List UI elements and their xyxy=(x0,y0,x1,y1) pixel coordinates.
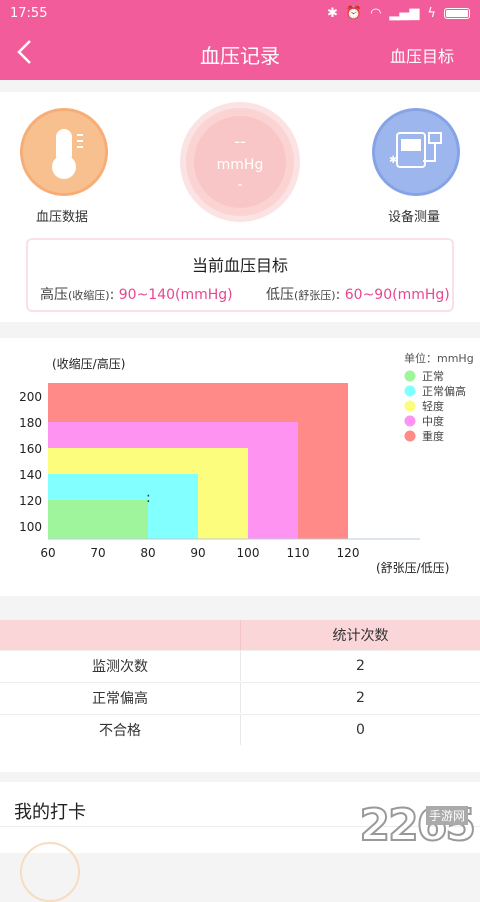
bp-data-button[interactable] xyxy=(20,108,108,196)
header-count: 统计次数 xyxy=(240,620,480,650)
target-title: 当前血压目标 xyxy=(191,256,288,275)
device-measure-button[interactable]: ✱ xyxy=(372,108,460,196)
table-row: 正常偏高 2 xyxy=(0,682,480,713)
x-tick-label: 60 xyxy=(40,546,55,560)
row-label: 正常偏高 xyxy=(92,691,148,707)
legend-label: 中度 xyxy=(422,414,444,428)
alarm-icon: ⏰ xyxy=(345,5,363,21)
header-empty xyxy=(0,620,240,650)
x-tick-label: 120 xyxy=(337,546,360,560)
legend-label: 正常 xyxy=(422,370,444,383)
thermometer-icon xyxy=(52,129,83,179)
signal-icon: ▂▄▆ xyxy=(389,5,420,21)
low-sub: (舒张压) xyxy=(294,289,336,302)
row-label: 监测次数 xyxy=(92,659,148,675)
high-sub: (收缩压) xyxy=(68,289,110,302)
low-label: 低压 xyxy=(266,287,294,303)
row-value: 2 xyxy=(240,683,480,713)
y-tick-label: 180 xyxy=(19,416,42,430)
row-label: 不合格 xyxy=(99,723,141,739)
checkin-avatar[interactable] xyxy=(20,842,80,902)
marker-point: : xyxy=(146,490,151,506)
status-bar: 17:55 ✱ ⏰ ◠ ▂▄▆ ϟ xyxy=(0,0,480,26)
reading-inner: -- mmHg - xyxy=(194,116,286,208)
svg-text:✱: ✱ xyxy=(389,155,397,166)
bp-data-label: 血压数据 xyxy=(36,210,89,225)
high-value: 90~140(mmHg) xyxy=(118,287,233,303)
charging-icon: ϟ xyxy=(427,5,436,21)
legend-label: 轻度 xyxy=(422,399,444,413)
device-measure-label: 设备测量 xyxy=(388,210,441,225)
x-tick-label: 110 xyxy=(287,546,310,560)
table-header: 统计次数 xyxy=(0,620,480,650)
low-value: 60~90(mmHg) xyxy=(344,287,450,303)
battery-icon xyxy=(444,7,470,19)
bluetooth-icon: ✱ xyxy=(326,5,338,21)
high-pressure-target: 高压(收缩压): 90~140(mmHg) xyxy=(40,287,233,303)
legend-swatch xyxy=(404,370,416,382)
high-label: 高压 xyxy=(40,287,68,303)
bp-classification-chart: 60 70 80 90 100 110 120 100 120 140 160 180 200 正常 正常… xyxy=(0,338,480,596)
stats-table: 统计次数 监测次数 2 正常偏高 2 不合格 0 xyxy=(0,620,480,772)
legend-label: 正常偏高 xyxy=(422,384,466,398)
low-pressure-target: 低压(舒张压): 60~90(mmHg) xyxy=(266,287,450,303)
table-row: 监测次数 2 xyxy=(0,650,480,681)
row-value: 2 xyxy=(240,651,480,681)
legend-label: 重度 xyxy=(422,429,444,443)
reading-unit: mmHg xyxy=(216,157,264,173)
app-header: 血压记录 血压目标 xyxy=(0,26,480,80)
y-tick-label: 160 xyxy=(19,442,42,456)
unit-label: 单位：mmHg xyxy=(404,351,474,365)
reading-bottom: - xyxy=(237,177,243,193)
y-tick-label: 140 xyxy=(19,468,42,482)
watermark-logo: 2265 手游网 xyxy=(359,799,477,852)
checkin-title: 我的打卡 xyxy=(14,802,86,823)
y-tick-label: 200 xyxy=(19,390,42,404)
bp-monitor-icon: ✱ xyxy=(389,132,442,168)
chart-svg: 60 70 80 90 100 110 120 100 120 140 160 180 200 正常正常… xyxy=(19,351,474,575)
bp-target-button[interactable]: 血压目标 xyxy=(390,43,454,67)
status-time: 17:55 xyxy=(10,5,48,21)
x-tick-label: 70 xyxy=(90,546,105,560)
wifi-icon: ◠ xyxy=(370,5,382,21)
legend-swatch xyxy=(404,430,416,442)
status-icons: ✱ ⏰ ◠ ▂▄▆ ϟ xyxy=(327,6,470,21)
legend-swatch xyxy=(404,400,416,412)
y-axis-label: (收缩压/高压) xyxy=(52,356,125,371)
legend-swatch xyxy=(404,385,416,397)
row-value: 0 xyxy=(240,715,480,745)
zone-正常 xyxy=(48,500,148,539)
table-row: 不合格 0 xyxy=(0,714,480,745)
x-tick-label: 90 xyxy=(190,546,205,560)
y-tick-label: 120 xyxy=(19,494,42,508)
current-reading: -- mmHg - xyxy=(180,102,300,222)
x-tick-label: 100 xyxy=(237,546,260,560)
summary-panel: 血压数据 -- mmHg - ✱ 设备测量 当前血压目标 高压(收缩压): 90… xyxy=(0,92,480,322)
legend-swatch xyxy=(404,415,416,427)
x-axis-label: (舒张压/低压) xyxy=(376,561,449,575)
bp-target-card: 当前血压目标 高压(收缩压): 90~140(mmHg) 低压(舒张压): 60… xyxy=(26,238,454,312)
watermark-suffix: 手游网 xyxy=(425,806,468,825)
x-tick-label: 80 xyxy=(140,546,155,560)
reading-value: -- xyxy=(234,132,246,151)
y-tick-label: 100 xyxy=(19,520,42,534)
